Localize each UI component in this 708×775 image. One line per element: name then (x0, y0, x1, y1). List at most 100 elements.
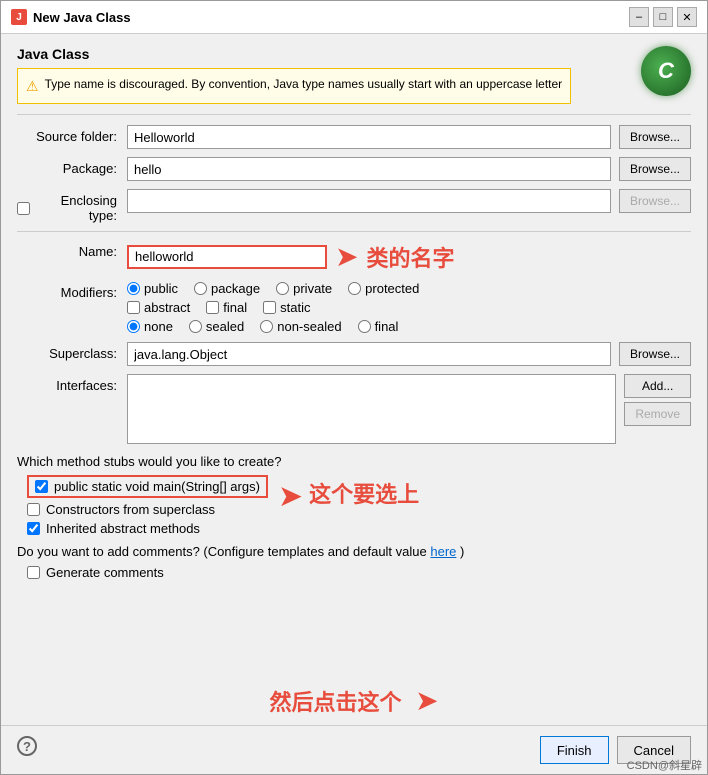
comments-question: Do you want to add comments? (Configure … (17, 544, 691, 559)
modifier-private[interactable]: private (276, 281, 332, 296)
bottom-annotation-area: 然后点击这个 ➤ (1, 676, 707, 725)
form-separator (17, 231, 691, 232)
interfaces-remove-button[interactable]: Remove (624, 402, 691, 426)
modifier-abstract-checkbox[interactable] (127, 301, 140, 314)
modifier-package-label: package (211, 281, 260, 296)
modifier-line-3: none sealed non-sealed final (127, 319, 419, 334)
stub-inherited-checkbox[interactable] (27, 522, 40, 535)
dialog-footer: ? Finish Cancel (1, 725, 707, 774)
enclosing-type-row: Enclosing type: Browse... (17, 189, 691, 223)
name-label: Name: (17, 240, 127, 259)
java-icon: J (11, 9, 27, 25)
modifier-public-label: public (144, 281, 178, 296)
enclosing-type-label: Enclosing type: (34, 193, 117, 223)
watermark: CSDN@斜星辟 (627, 757, 702, 773)
modifier-final-checkbox[interactable] (206, 301, 219, 314)
bottom-arrow-icon: ➤ (415, 685, 438, 716)
modifier-static[interactable]: static (263, 300, 310, 315)
modifier-static-label: static (280, 300, 310, 315)
enclosing-type-control: Browse... (127, 189, 691, 213)
interfaces-row: Interfaces: Add... Remove (17, 374, 691, 444)
modifier-public[interactable]: public (127, 281, 178, 296)
enclosing-type-label-area: Enclosing type: (17, 189, 127, 223)
modifier-abstract-label: abstract (144, 300, 190, 315)
package-row: Package: Browse... (17, 157, 691, 181)
generate-comments-checkbox[interactable] (27, 566, 40, 579)
modifier-final-label: final (223, 300, 247, 315)
superclass-input[interactable] (127, 342, 611, 366)
modifier-sealed-radio[interactable] (189, 320, 202, 333)
package-browse-button[interactable]: Browse... (619, 157, 691, 181)
stubs-items: public static void main(String[] args) C… (17, 475, 268, 536)
source-folder-input[interactable] (127, 125, 611, 149)
modifier-final3-radio[interactable] (358, 320, 371, 333)
dialog-content: Java Class ⚠ Type name is discouraged. B… (1, 34, 707, 676)
form-section: Source folder: Browse... Package: Browse… (17, 114, 691, 580)
superclass-control: Browse... (127, 342, 691, 366)
stub-inherited-item[interactable]: Inherited abstract methods (27, 521, 268, 536)
stub-constructors-label: Constructors from superclass (46, 502, 215, 517)
title-bar-left: J New Java Class (11, 9, 131, 25)
warning-box: ⚠ Type name is discouraged. By conventio… (17, 68, 571, 104)
new-java-class-dialog: J New Java Class – □ ✕ Java Class ⚠ Type… (0, 0, 708, 775)
stub-main-checkbox[interactable] (35, 480, 48, 493)
interfaces-listbox (127, 374, 616, 444)
modifier-private-radio[interactable] (276, 282, 289, 295)
modifier-line-2: abstract final static (127, 300, 419, 315)
modifier-non-sealed[interactable]: non-sealed (260, 319, 341, 334)
comments-question-end: ) (460, 544, 464, 559)
modifier-final3[interactable]: final (358, 319, 399, 334)
minimize-button[interactable]: – (629, 7, 649, 27)
close-button[interactable]: ✕ (677, 7, 697, 27)
modifier-public-radio[interactable] (127, 282, 140, 295)
finish-button[interactable]: Finish (540, 736, 609, 764)
modifiers-label: Modifiers: (17, 281, 127, 300)
interfaces-control: Add... Remove (127, 374, 691, 444)
modifier-none[interactable]: none (127, 319, 173, 334)
section-title: Java Class (17, 46, 571, 62)
generate-comments-item[interactable]: Generate comments (27, 565, 691, 580)
help-button[interactable]: ? (17, 736, 37, 756)
interfaces-label: Interfaces: (17, 374, 127, 393)
source-folder-browse-button[interactable]: Browse... (619, 125, 691, 149)
comments-question-text: Do you want to add comments? (Configure … (17, 544, 427, 559)
modifier-package[interactable]: package (194, 281, 260, 296)
click-hint: 然后点击这个 (269, 690, 401, 715)
stub-main-item[interactable]: public static void main(String[] args) (27, 475, 268, 498)
restore-button[interactable]: □ (653, 7, 673, 27)
enclosing-type-input[interactable] (127, 189, 611, 213)
stub-constructors-item[interactable]: Constructors from superclass (27, 502, 268, 517)
modifier-final[interactable]: final (206, 300, 247, 315)
source-folder-row: Source folder: Browse... (17, 125, 691, 149)
modifier-static-checkbox[interactable] (263, 301, 276, 314)
modifier-abstract[interactable]: abstract (127, 300, 190, 315)
modifiers-control: public package private protected (127, 281, 419, 334)
modifiers-row: Modifiers: public package (17, 281, 691, 334)
modifier-sealed[interactable]: sealed (189, 319, 244, 334)
package-input[interactable] (127, 157, 611, 181)
warning-icon: ⚠ (26, 76, 39, 97)
source-folder-label: Source folder: (17, 125, 127, 144)
class-name-hint: 类的名字 (366, 241, 454, 273)
superclass-label: Superclass: (17, 342, 127, 361)
superclass-row: Superclass: Browse... (17, 342, 691, 366)
stub-constructors-checkbox[interactable] (27, 503, 40, 516)
interfaces-add-button[interactable]: Add... (624, 374, 691, 398)
modifier-non-sealed-radio[interactable] (260, 320, 273, 333)
comments-link[interactable]: here (430, 544, 456, 559)
superclass-browse-button[interactable]: Browse... (619, 342, 691, 366)
stubs-question: Which method stubs would you like to cre… (17, 454, 691, 469)
enclosing-type-browse-button[interactable]: Browse... (619, 189, 691, 213)
modifier-none-radio[interactable] (127, 320, 140, 333)
modifier-line-1: public package private protected (127, 281, 419, 296)
source-folder-control: Browse... (127, 125, 691, 149)
stub-main-label: public static void main(String[] args) (54, 479, 260, 494)
package-label: Package: (17, 157, 127, 176)
eclipse-logo: C (641, 46, 691, 96)
modifier-protected[interactable]: protected (348, 281, 419, 296)
modifier-package-radio[interactable] (194, 282, 207, 295)
enclosing-type-checkbox[interactable] (17, 202, 30, 215)
modifier-protected-radio[interactable] (348, 282, 361, 295)
modifier-protected-label: protected (365, 281, 419, 296)
name-input[interactable] (127, 245, 327, 269)
